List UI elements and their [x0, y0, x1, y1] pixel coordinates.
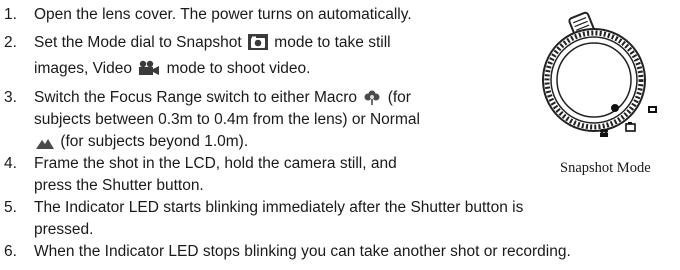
step-text: Switch the Focus Range switch to either … [34, 89, 358, 106]
step-text-cont: (for [387, 89, 411, 106]
step-text: When the Indicator LED stops blinking yo… [34, 243, 571, 260]
step-text: Set the Mode dial to Snapshot [34, 34, 242, 51]
step-number: 1. [4, 6, 17, 23]
figure-caption: Snapshot Mode [560, 160, 651, 176]
step-text: The Indicator LED starts blinking immedi… [34, 199, 524, 216]
mode-dial-illustration [542, 11, 657, 137]
camera-icon [247, 34, 268, 57]
step-text-cont: mode to take still [274, 34, 391, 51]
step-5: 5. The Indicator LED starts blinking imme… [4, 197, 523, 219]
step-text: images, Video [34, 60, 132, 77]
step-text: press the Shutter button. [34, 177, 204, 194]
step-number: 4. [4, 155, 17, 172]
step-text: pressed. [34, 221, 94, 238]
step-number: 5. [4, 199, 17, 216]
step-5-continued: pressed. [34, 219, 93, 241]
step-2: 2. Set the Mode dial to Snapshot mode to … [4, 32, 391, 57]
step-text: subjects between 0.3m to 0.4m from the l… [34, 111, 420, 128]
step-number: 3. [4, 89, 17, 106]
step-6: 6. When the Indicator LED stops blinking … [4, 241, 571, 263]
step-text: Open the lens cover. The power turns on … [34, 6, 412, 23]
step-number: 6. [4, 243, 17, 260]
mode-dial-figure [522, 4, 672, 184]
step-1: 1. Open the lens cover. The power turns o… [4, 4, 412, 26]
step-4-continued: press the Shutter button. [34, 175, 204, 197]
step-4: 4. Frame the shot in the LCD, hold the ca… [4, 153, 397, 175]
step-3-continued: subjects between 0.3m to 0.4m from the l… [34, 109, 420, 131]
step-text: mode to shoot video. [166, 60, 311, 77]
movie-camera-icon [138, 60, 160, 83]
step-text: Frame the shot in the LCD, hold the came… [34, 155, 397, 172]
step-text: (for subjects beyond 1.0m). [60, 133, 249, 150]
step-number: 2. [4, 34, 17, 51]
step-2-continued: images, Video mode to shoot video. [34, 58, 310, 83]
